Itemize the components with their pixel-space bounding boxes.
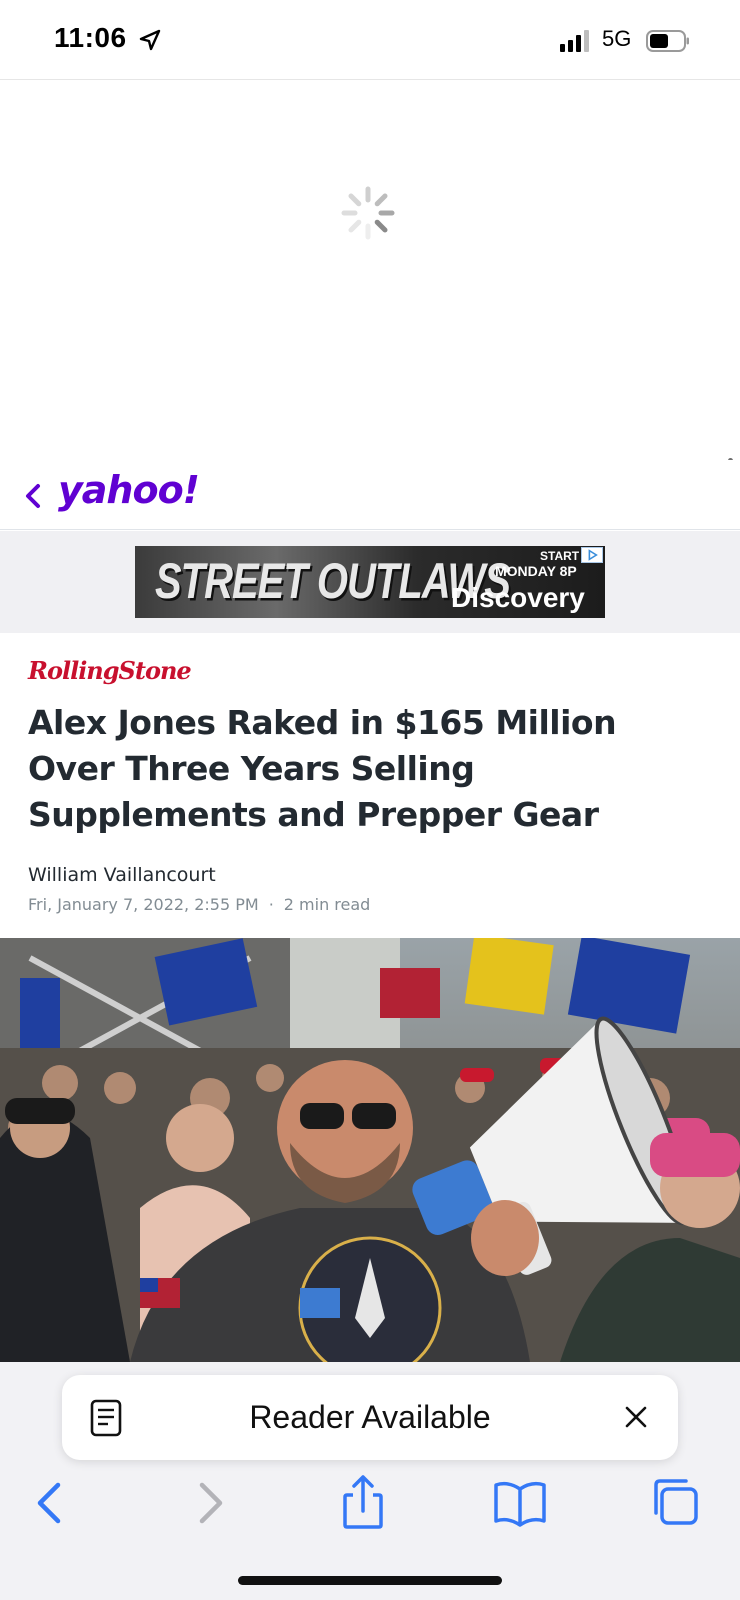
ad-start: START: [540, 549, 580, 563]
cellular-signal-icon: [560, 30, 589, 52]
bookmarks-icon[interactable]: [490, 1475, 550, 1531]
home-indicator[interactable]: [238, 1576, 502, 1585]
ad-day: MONDAY 8P: [495, 563, 577, 579]
location-arrow-icon: [139, 29, 161, 51]
status-bar: 11:06 5G: [0, 0, 740, 80]
chevron-left-icon[interactable]: [22, 480, 44, 512]
yahoo-logo[interactable]: yahoo!: [58, 468, 200, 512]
battery-icon: [646, 30, 689, 52]
loading-spinner-icon: [341, 186, 395, 240]
network-type: 5G: [602, 26, 632, 51]
ad-loading-area: [0, 81, 740, 459]
forward-icon[interactable]: [180, 1475, 240, 1531]
reader-available-banner[interactable]: Reader Available: [62, 1375, 678, 1460]
back-icon[interactable]: [20, 1475, 80, 1531]
close-icon[interactable]: [624, 1405, 648, 1429]
article-date: Fri, January 7, 2022, 2:55 PM: [28, 895, 259, 914]
article-meta: Fri, January 7, 2022, 2:55 PM · 2 min read: [28, 895, 370, 914]
share-icon[interactable]: [333, 1475, 393, 1531]
reader-available-label[interactable]: Reader Available: [62, 1399, 678, 1436]
ad-banner[interactable]: STREET OUTLAWS START MONDAY 8P Discovery: [135, 546, 605, 618]
tabs-icon[interactable]: [646, 1475, 706, 1531]
ad-band: STREET OUTLAWS START MONDAY 8P Discovery: [0, 531, 740, 633]
article-read-time: 2 min read: [283, 895, 371, 914]
hero-photo-illustration: [0, 938, 740, 1362]
article-headline: Alex Jones Raked in $165 Million Over Th…: [28, 703, 617, 834]
article-author[interactable]: William Vaillancourt: [28, 864, 216, 886]
adchoices-icon[interactable]: [581, 547, 603, 563]
site-header: yahoo!: [0, 460, 740, 530]
source-logo[interactable]: RollingStone: [28, 656, 192, 685]
status-time: 11:06: [54, 22, 127, 53]
article-hero-image[interactable]: [0, 938, 740, 1362]
ad-brand: Discovery: [451, 582, 585, 613]
meta-separator: ·: [268, 895, 274, 914]
